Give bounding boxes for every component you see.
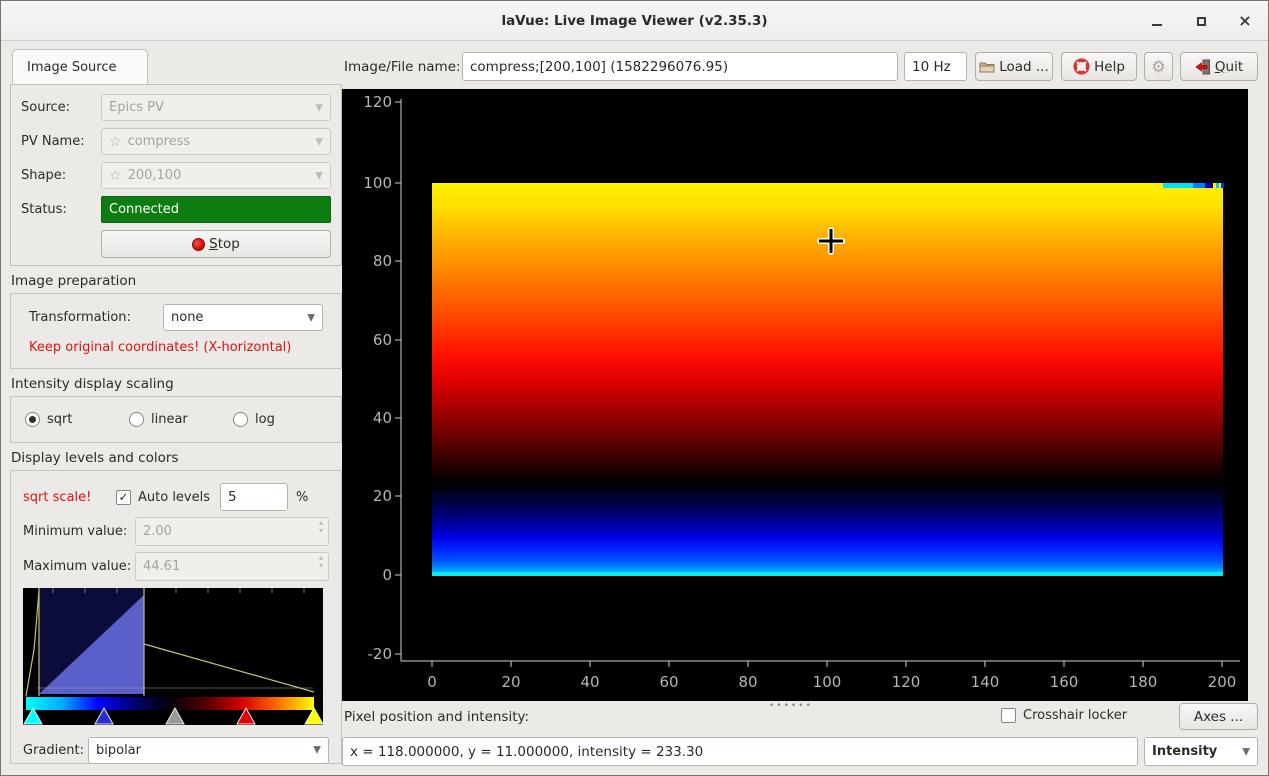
svg-text:100: 100 <box>363 174 392 192</box>
source-select[interactable]: Epics PV ▼ <box>101 94 331 121</box>
lifebuoy-icon <box>1073 58 1090 75</box>
levels-histogram[interactable] <box>23 588 329 729</box>
svg-text:120: 120 <box>892 673 921 691</box>
intensity-scaling-title: Intensity display scaling <box>11 376 342 392</box>
window-title: laVue: Live Image Viewer (v2.35.3) <box>501 13 767 29</box>
chevron-down-icon: ▼ <box>315 102 323 113</box>
chevron-down-icon: ▼ <box>1242 746 1250 757</box>
pv-name-select[interactable]: ☆ compress ▼ <box>101 128 331 155</box>
shape-label: Shape: <box>21 168 101 183</box>
svg-text:20: 20 <box>373 487 392 505</box>
svg-text:20: 20 <box>501 673 520 691</box>
gradient-label: Gradient: <box>23 743 88 758</box>
tab-image-source[interactable]: Image Source <box>12 49 148 84</box>
maximum-spinbox[interactable]: 44.61 ▴▾ <box>135 552 329 581</box>
close-icon[interactable]: × <box>1236 12 1254 30</box>
radio-sqrt[interactable]: sqrt <box>25 412 129 427</box>
scale-warning: sqrt scale! <box>23 490 116 505</box>
display-levels-panel: sqrt scale! ✓ Auto levels % Minimum valu… <box>10 470 342 764</box>
settings-button[interactable]: ⚙ <box>1144 52 1173 81</box>
svg-text:60: 60 <box>659 673 678 691</box>
svg-text:160: 160 <box>1050 673 1079 691</box>
window-controls: × <box>1148 1 1254 41</box>
image-file-label: Image/File name: <box>344 52 461 81</box>
chevron-down-icon: ▼ <box>313 745 321 756</box>
display-mode-select[interactable]: Intensity ▼ <box>1144 737 1258 766</box>
radio-log[interactable]: log <box>233 412 275 427</box>
chevron-down-icon: ▼ <box>315 170 323 181</box>
chevron-down-icon: ▼ <box>307 312 315 323</box>
record-icon <box>192 238 205 251</box>
svg-text:200: 200 <box>1208 673 1237 691</box>
pixel-position-input[interactable] <box>342 737 1138 766</box>
minimize-icon[interactable] <box>1148 12 1166 30</box>
crosshair-locker[interactable]: ✓ Crosshair locker <box>1001 708 1127 723</box>
svg-text:40: 40 <box>580 673 599 691</box>
svg-text:40: 40 <box>373 409 392 427</box>
spinner-arrows-icon[interactable]: ▴▾ <box>319 554 323 570</box>
minimum-label: Minimum value: <box>23 524 135 539</box>
star-icon: ☆ <box>109 168 122 184</box>
control-sidebar: Image Source Source: Epics PV ▼ PV Name:… <box>10 49 342 764</box>
coordinates-warning: Keep original coordinates! (X-horizontal… <box>29 340 323 355</box>
folder-icon <box>979 60 995 74</box>
pixel-position-label: Pixel position and intensity: <box>344 709 529 725</box>
radio-icon <box>129 412 144 427</box>
radio-linear[interactable]: linear <box>129 412 233 427</box>
maximum-label: Maximum value: <box>23 559 135 574</box>
svg-text:0: 0 <box>382 566 392 584</box>
svg-text:-20: -20 <box>368 645 393 663</box>
intensity-scaling-panel: sqrt linear log <box>10 396 342 443</box>
svg-text:120: 120 <box>363 93 392 111</box>
image-source-panel: Source: Epics PV ▼ PV Name: ☆ compress ▼… <box>10 84 342 266</box>
auto-levels-checkbox[interactable]: ✓ <box>116 490 131 505</box>
help-button[interactable]: Help <box>1061 52 1137 81</box>
svg-text:60: 60 <box>373 331 392 349</box>
image-preparation-panel: Transformation: none ▼ Keep original coo… <box>10 293 342 369</box>
title-bar[interactable]: laVue: Live Image Viewer (v2.35.3) × <box>1 1 1268 41</box>
auto-levels-unit: % <box>296 490 308 505</box>
door-exit-icon <box>1195 59 1211 75</box>
radio-selected-icon <box>25 412 40 427</box>
image-plot[interactable]: 120 100 80 60 40 20 0 -20 0 20 40 60 80 … <box>342 89 1248 701</box>
minimum-spinbox[interactable]: 2.00 ▴▾ <box>135 517 329 546</box>
quit-button[interactable]: Quit <box>1180 52 1258 81</box>
spinner-arrows-icon[interactable]: ▴▾ <box>319 519 323 535</box>
chevron-down-icon: ▼ <box>315 136 323 147</box>
auto-levels-input[interactable] <box>220 483 288 511</box>
splitter-handle[interactable]: •••••• <box>769 705 803 710</box>
stop-button[interactable]: Stop <box>101 230 331 258</box>
shape-select[interactable]: ☆ 200,100 ▼ <box>101 162 331 189</box>
radio-icon <box>233 412 248 427</box>
display-levels-title: Display levels and colors <box>11 450 342 466</box>
auto-levels-label: Auto levels <box>138 490 210 505</box>
load-button[interactable]: Load ... <box>975 52 1053 81</box>
pv-name-label: PV Name: <box>21 134 101 149</box>
transformation-select[interactable]: none ▼ <box>163 304 323 331</box>
transformation-label: Transformation: <box>29 310 163 325</box>
status-badge: Connected <box>101 196 331 223</box>
gradient-select[interactable]: bipolar ▼ <box>88 737 329 764</box>
gear-icon: ⚙ <box>1151 57 1165 76</box>
svg-text:140: 140 <box>971 673 1000 691</box>
star-icon: ☆ <box>109 134 122 150</box>
image-preparation-title: Image preparation <box>11 273 342 289</box>
source-label: Source: <box>21 100 101 115</box>
image-file-input[interactable] <box>462 52 898 81</box>
axes-button[interactable]: Axes ... <box>1179 703 1258 730</box>
svg-text:80: 80 <box>373 252 392 270</box>
maximize-icon[interactable] <box>1192 12 1210 30</box>
svg-text:180: 180 <box>1129 673 1158 691</box>
app-window: laVue: Live Image Viewer (v2.35.3) × Ima… <box>0 0 1269 776</box>
status-label: Status: <box>21 202 101 217</box>
svg-text:100: 100 <box>813 673 842 691</box>
crosshair-locker-checkbox[interactable]: ✓ <box>1001 708 1016 723</box>
refresh-rate-input[interactable] <box>904 52 967 81</box>
svg-text:0: 0 <box>427 673 437 691</box>
svg-text:80: 80 <box>738 673 757 691</box>
